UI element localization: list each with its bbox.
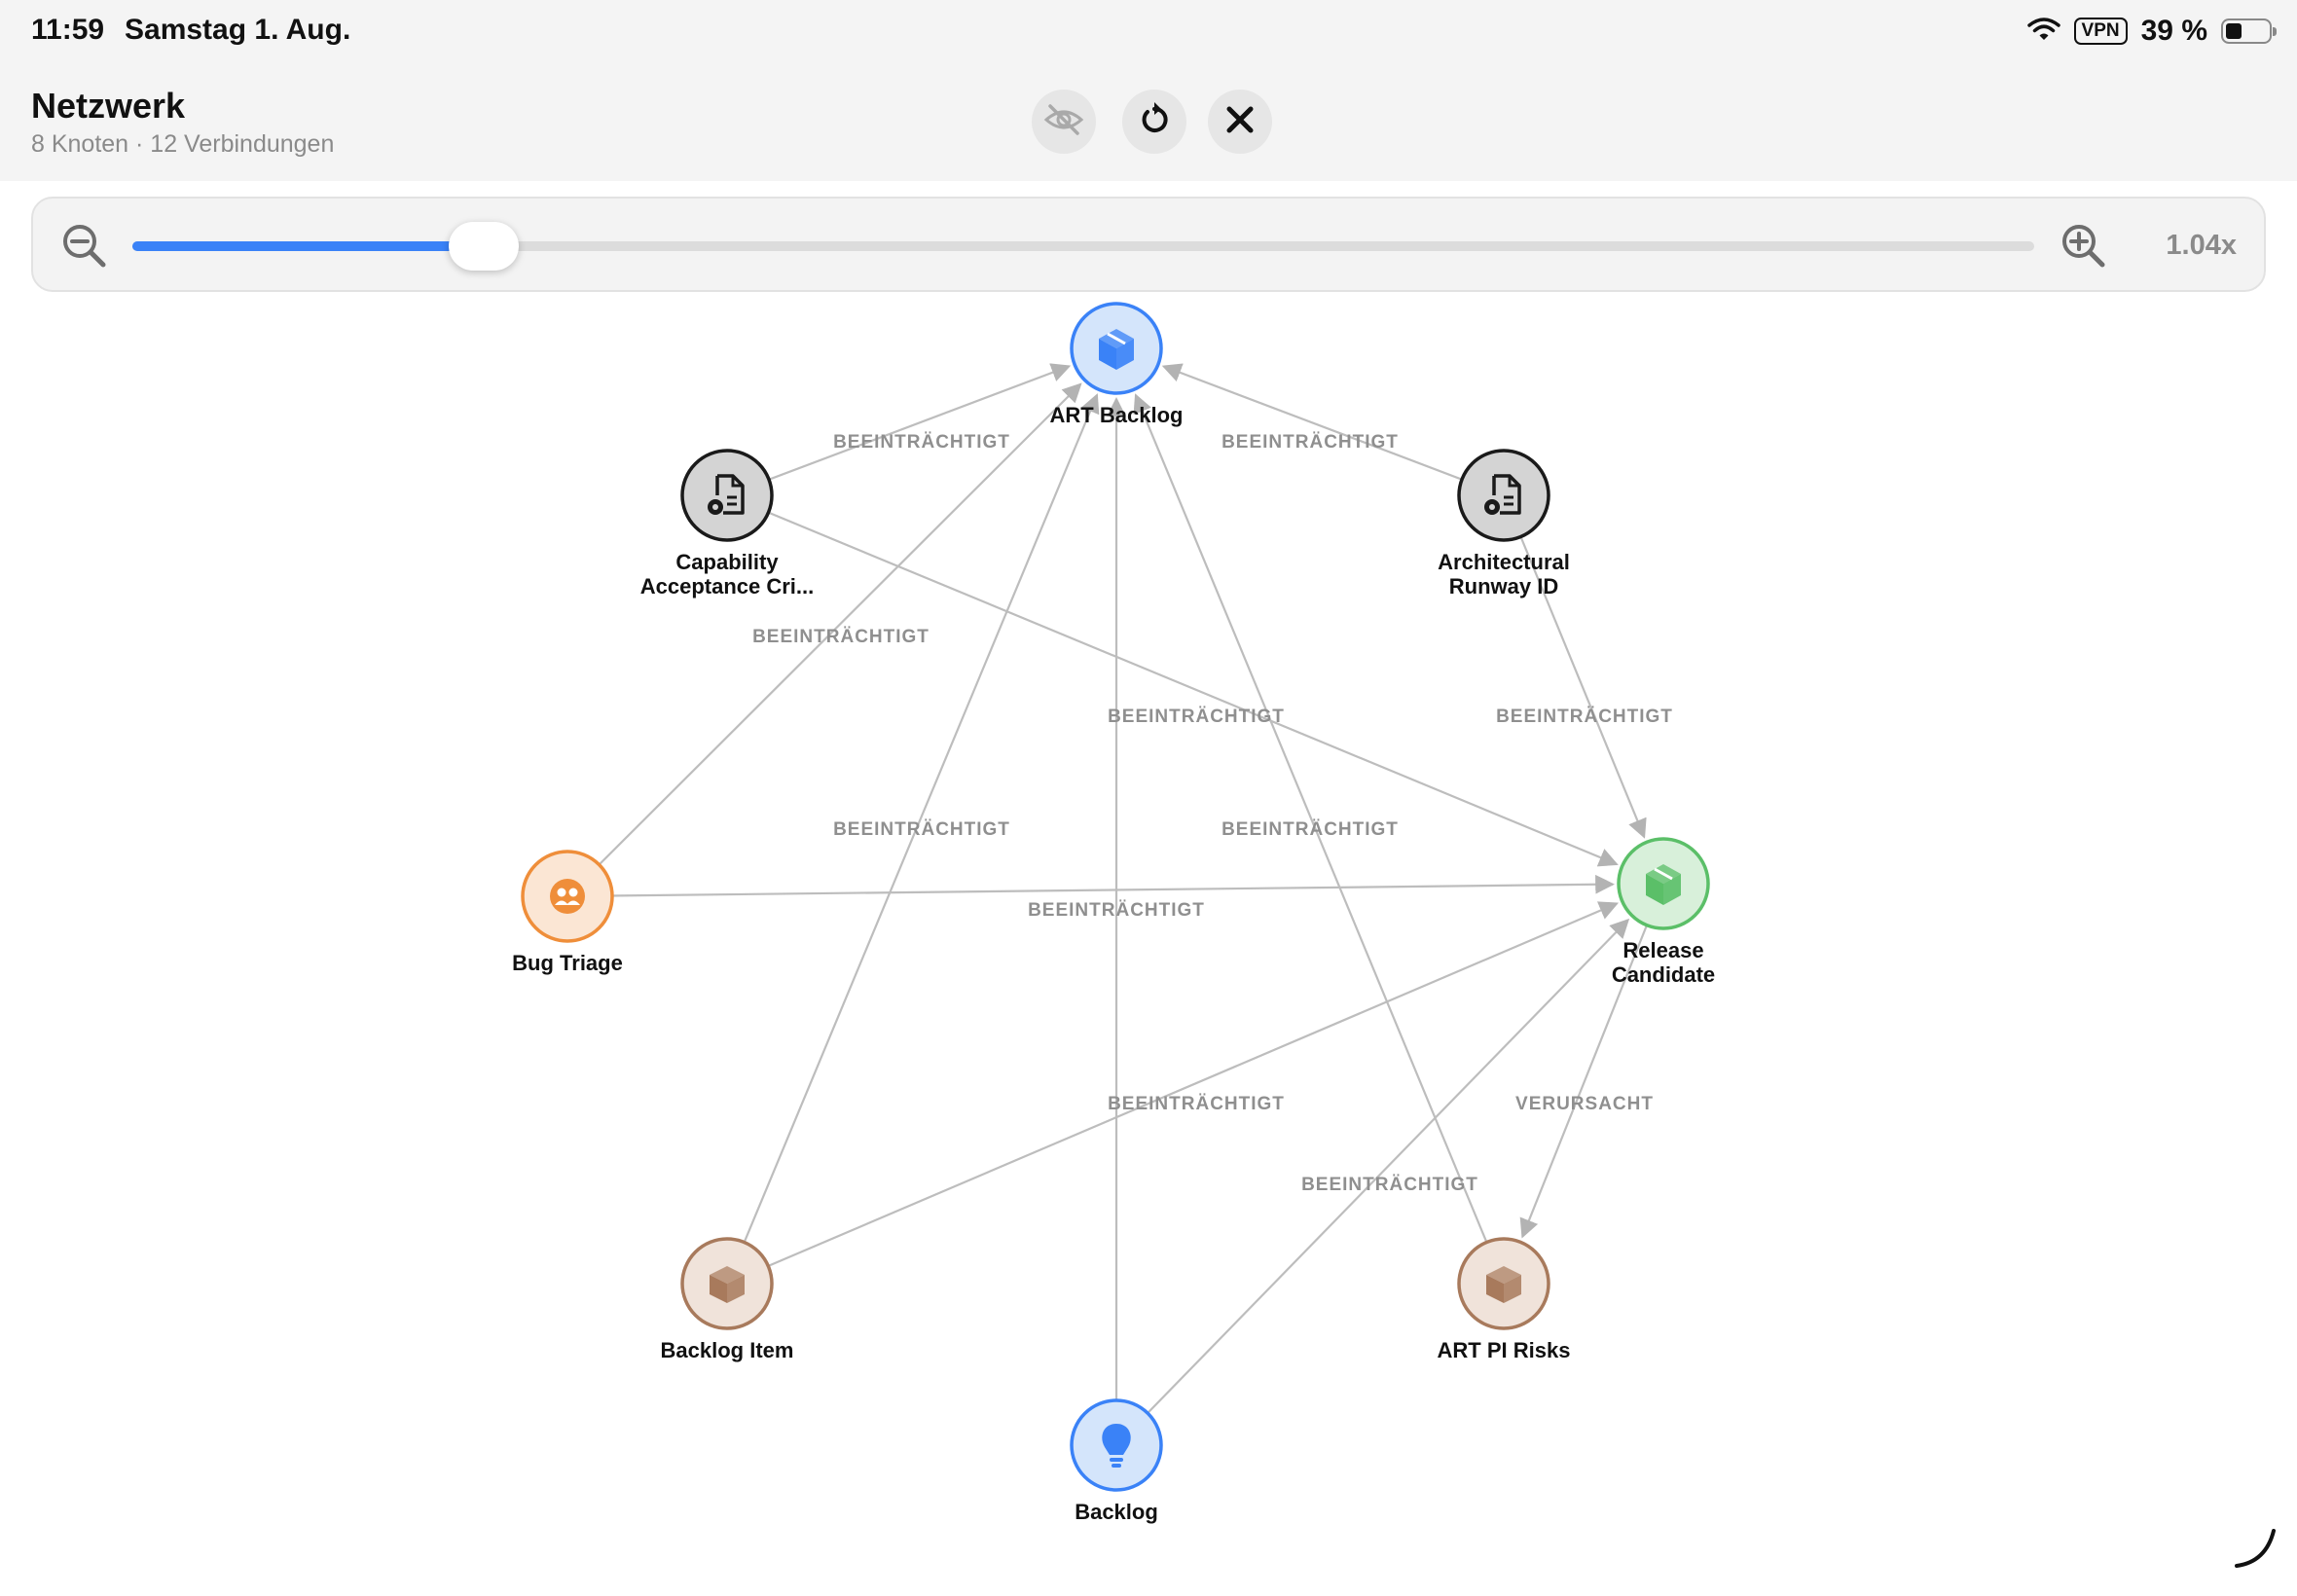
resize-handle-icon[interactable] [2231, 1523, 2279, 1577]
edge-label: BEEINTRÄCHTIGT [833, 819, 1010, 840]
graph-node-bug-triage[interactable]: Bug Triage [512, 850, 623, 975]
edge-label: BEEINTRÄCHTIGT [1301, 1175, 1478, 1195]
node-label: Architectural [1438, 550, 1570, 574]
graph-node-art-pi-risks[interactable]: ART PI Risks [1438, 1237, 1571, 1362]
edge-label: BEEINTRÄCHTIGT [1221, 432, 1399, 453]
graph-node-release-candidate[interactable]: ReleaseCandidate [1612, 837, 1715, 987]
graph-node-arch-runway[interactable]: ArchitecturalRunway ID [1438, 449, 1570, 598]
graph-edge[interactable] [726, 363, 1072, 497]
node-label: ART Backlog [1050, 403, 1184, 427]
graph-node-backlog-item[interactable]: Backlog Item [661, 1237, 794, 1362]
node-label: Backlog Item [661, 1338, 794, 1362]
node-label: Acceptance Cri... [640, 574, 815, 598]
edge-label: BEEINTRÄCHTIGT [752, 627, 930, 647]
network-graph[interactable]: BEEINTRÄCHTIGT BEEINTRÄCHTIGT BEEINTRÄCHTI… [0, 0, 2297, 1596]
node-label: Capability [675, 550, 779, 574]
node-label: ART PI Risks [1438, 1338, 1571, 1362]
graph-edge[interactable] [1502, 494, 1647, 839]
edge-label: BEEINTRÄCHTIGT [833, 432, 1010, 453]
node-circle[interactable] [680, 449, 774, 542]
edge-label: VERURSACHT [1515, 1094, 1654, 1114]
edge-label: BEEINTRÄCHTIGT [1108, 1094, 1285, 1114]
edge-label: BEEINTRÄCHTIGT [1221, 819, 1399, 840]
edge-label: BEEINTRÄCHTIGT [1108, 707, 1285, 727]
edge-label: BEEINTRÄCHTIGT [1028, 900, 1205, 921]
node-label: Release [1622, 938, 1703, 962]
node-label: Candidate [1612, 962, 1715, 987]
graph-node-backlog[interactable]: Backlog [1070, 1398, 1163, 1524]
graph-edge[interactable] [1161, 363, 1505, 497]
node-circle[interactable] [1457, 449, 1550, 542]
graph-edge[interactable] [566, 874, 1615, 898]
node-label: Backlog [1075, 1500, 1158, 1524]
graph-edge[interactable] [1519, 883, 1665, 1239]
node-label: Bug Triage [512, 951, 623, 975]
node-label: Runway ID [1449, 574, 1558, 598]
graph-node-art-backlog[interactable]: ART Backlog [1050, 302, 1184, 427]
people-icon [550, 879, 585, 914]
edge-label: BEEINTRÄCHTIGT [1496, 707, 1673, 727]
